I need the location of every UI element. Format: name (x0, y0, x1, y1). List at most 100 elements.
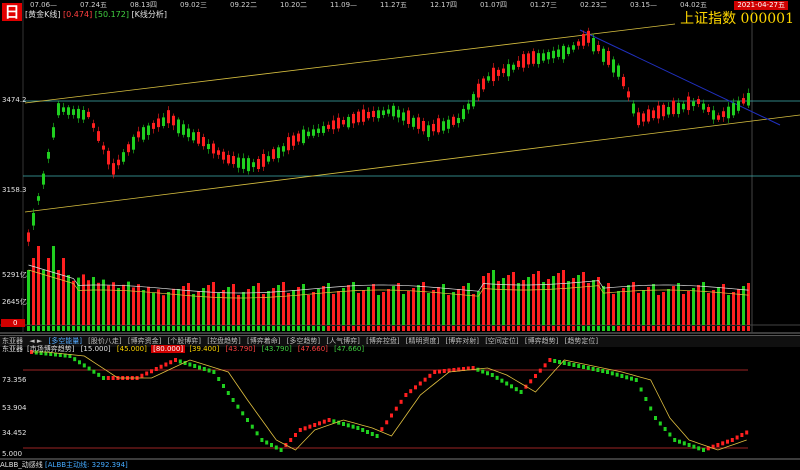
osc-marker (721, 441, 725, 446)
candle-body (57, 103, 60, 116)
osc-marker (668, 432, 672, 437)
signal-dot (347, 326, 350, 331)
osc-marker (644, 397, 648, 401)
osc-marker (548, 358, 552, 362)
volume-ma-line-1 (28, 264, 749, 294)
candle-body (532, 51, 535, 64)
candle-body (527, 53, 530, 65)
signal-dot (557, 326, 560, 331)
signal-dot (637, 326, 640, 331)
candle-body (52, 127, 55, 138)
osc-value-7: [47.660] (297, 345, 328, 353)
osc-axis-label-3: 34.452 (2, 429, 27, 437)
volume-bar (82, 274, 85, 325)
candle-body (662, 104, 665, 117)
volume-bar (322, 286, 325, 325)
candle-body (722, 111, 725, 117)
volume-bar (102, 279, 105, 325)
osc-marker (322, 419, 326, 424)
volume-bar (692, 288, 695, 325)
volume-bar (732, 292, 735, 325)
signal-dot (77, 326, 80, 331)
volume-bar (62, 258, 65, 325)
signal-dot (512, 326, 515, 331)
volume-bar (632, 282, 635, 325)
osc-marker (577, 364, 581, 368)
candle-body (342, 119, 345, 125)
signal-dot (317, 326, 320, 331)
osc-marker (673, 438, 677, 442)
osc-marker (740, 433, 744, 437)
signal-dot (217, 326, 220, 331)
candle-body (397, 109, 400, 118)
osc-axis-label-4: 5.000 (2, 450, 23, 458)
osc-marker (217, 377, 221, 381)
signal-dot (177, 326, 180, 331)
osc-marker (178, 359, 182, 364)
volume-bar (637, 293, 640, 325)
osc-marker (390, 413, 393, 418)
volume-bar (47, 258, 50, 325)
volume-bar (497, 281, 500, 325)
signal-dot (577, 326, 580, 331)
volume-bar (387, 289, 390, 325)
signal-dot (472, 326, 475, 331)
osc-marker (346, 423, 350, 428)
signal-dot (67, 326, 70, 331)
signal-dot (62, 326, 65, 331)
candle-body (627, 91, 630, 98)
signal-dot (642, 326, 645, 331)
candle-body (332, 120, 335, 130)
chart-canvas[interactable]: 07.06— 07.24五 08.13四 09.02三 09.22二 10.20二 11.0… (0, 0, 800, 470)
volume-bar (557, 273, 560, 325)
signal-dot (302, 326, 305, 331)
candle-body (727, 106, 730, 119)
candle-body (467, 103, 470, 110)
volume-bar (297, 287, 300, 325)
signal-dot (402, 326, 405, 331)
tab-jingming-zidu[interactable]: [精明资度] (404, 336, 441, 347)
tab-boyi-qushi[interactable]: [博弈趋势] (523, 336, 560, 347)
osc-marker (442, 369, 446, 373)
osc-marker (428, 373, 432, 378)
tab-boyi-duishe[interactable]: [博弈对射] (444, 336, 481, 347)
signal-dot (447, 326, 450, 331)
candle-body (167, 110, 170, 124)
osc-value-2: [45.000] (116, 345, 147, 353)
candle-body (557, 49, 560, 57)
signal-dot (57, 326, 60, 331)
volume-bar (127, 281, 130, 325)
candle-body (302, 129, 305, 144)
candle-body (87, 111, 90, 118)
day-period-badge[interactable]: 日 (2, 3, 22, 21)
osc-marker (198, 365, 201, 370)
signal-dot (537, 326, 540, 331)
signal-dot (552, 326, 555, 331)
date-tick-label: 10.20二 (280, 1, 307, 9)
candle-body (587, 30, 590, 43)
signal-dot (467, 326, 470, 331)
candle-body (602, 48, 605, 62)
tab-qushi-dingwei[interactable]: [趋势定位] (563, 336, 600, 347)
volume-bar (77, 277, 80, 325)
osc-marker (394, 406, 398, 411)
candle-body (67, 107, 70, 115)
osc-marker (159, 364, 163, 369)
signal-dot (422, 326, 425, 331)
osc-marker (558, 360, 561, 364)
volume-bar (282, 282, 285, 325)
osc-marker (246, 418, 249, 422)
signal-dot (517, 326, 520, 331)
candle-body (597, 44, 600, 52)
signal-dot (612, 326, 615, 331)
candle-body (462, 108, 465, 120)
osc-marker (654, 416, 657, 420)
signal-dot (132, 326, 135, 331)
signal-dot (672, 326, 675, 331)
tab-boyi-kongpan[interactable]: [博弈控盘] (364, 336, 401, 347)
tab-kongjian-dingwei[interactable]: [空间定位] (483, 336, 520, 347)
candle-body (247, 158, 250, 172)
candle-body (632, 103, 635, 114)
signal-dot (262, 326, 265, 331)
signal-dot (407, 326, 410, 331)
